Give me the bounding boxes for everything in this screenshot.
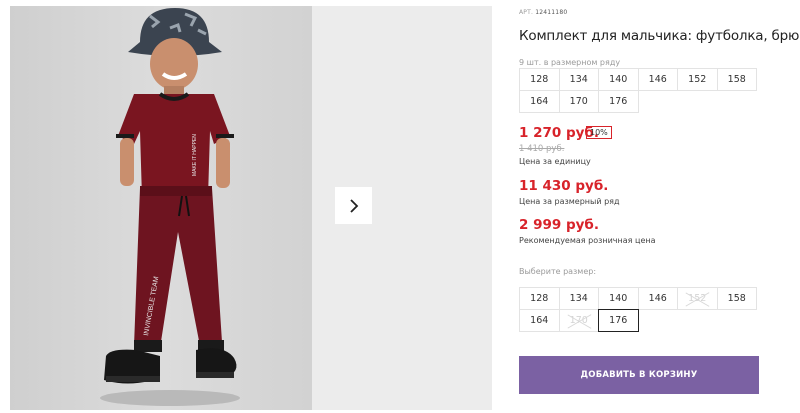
size-option-unavailable: 170 <box>558 309 599 332</box>
retail-price: 2 999 руб. <box>519 217 599 233</box>
unit-price-label: Цена за единицу <box>519 157 591 166</box>
article-number: АРТ. 12411180 <box>519 9 568 16</box>
add-to-cart-button[interactable]: ДОБАВИТЬ В КОРЗИНУ <box>519 356 759 394</box>
boy-in-outfit-image: INVINCIBLE TEAM MAKE IT HAPPEN <box>10 6 312 410</box>
size-option-selected[interactable]: 176 <box>598 309 639 332</box>
svg-text:MAKE IT HAPPEN: MAKE IT HAPPEN <box>192 134 198 176</box>
size-range-caption: 9 шт. в размерном ряду <box>519 58 621 67</box>
chevron-right-icon <box>349 198 358 213</box>
size-selector: 128 134 140 146 152 158 164 170 176 <box>519 287 762 332</box>
size-range-cell: 158 <box>716 68 757 91</box>
size-option-unavailable: 152 <box>677 287 718 310</box>
old-price: 1 410 руб. <box>519 144 565 154</box>
retail-price-label: Рекомендуемая розничная цена <box>519 236 656 245</box>
size-range-cell: 164 <box>519 90 560 113</box>
size-option[interactable]: 158 <box>716 287 757 310</box>
gallery-next-button[interactable] <box>335 187 372 224</box>
size-option[interactable]: 134 <box>558 287 599 310</box>
size-option[interactable]: 146 <box>637 287 678 310</box>
size-range-cell: 134 <box>558 68 599 91</box>
size-option[interactable]: 140 <box>598 287 639 310</box>
product-title: Комплект для мальчика: футболка, брюки <box>519 28 800 44</box>
size-range-cell: 140 <box>598 68 639 91</box>
size-option[interactable]: 164 <box>519 309 560 332</box>
discount-badge: 10% <box>586 126 612 139</box>
product-photo[interactable]: INVINCIBLE TEAM MAKE IT HAPPEN <box>10 6 312 410</box>
size-range-grid: 128 134 140 146 152 158 164 170 176 <box>519 68 762 113</box>
range-price-label: Цена за размерный ряд <box>519 197 620 206</box>
size-range-cell: 170 <box>558 90 599 113</box>
select-size-caption: Выберите размер: <box>519 267 597 276</box>
size-range-cell: 152 <box>677 68 718 91</box>
size-option[interactable]: 128 <box>519 287 560 310</box>
range-price: 11 430 руб. <box>519 178 609 194</box>
size-range-cell: 146 <box>637 68 678 91</box>
size-range-cell: 128 <box>519 68 560 91</box>
product-gallery: INVINCIBLE TEAM MAKE IT HAPPEN <box>10 6 492 410</box>
size-range-cell: 176 <box>598 90 639 113</box>
